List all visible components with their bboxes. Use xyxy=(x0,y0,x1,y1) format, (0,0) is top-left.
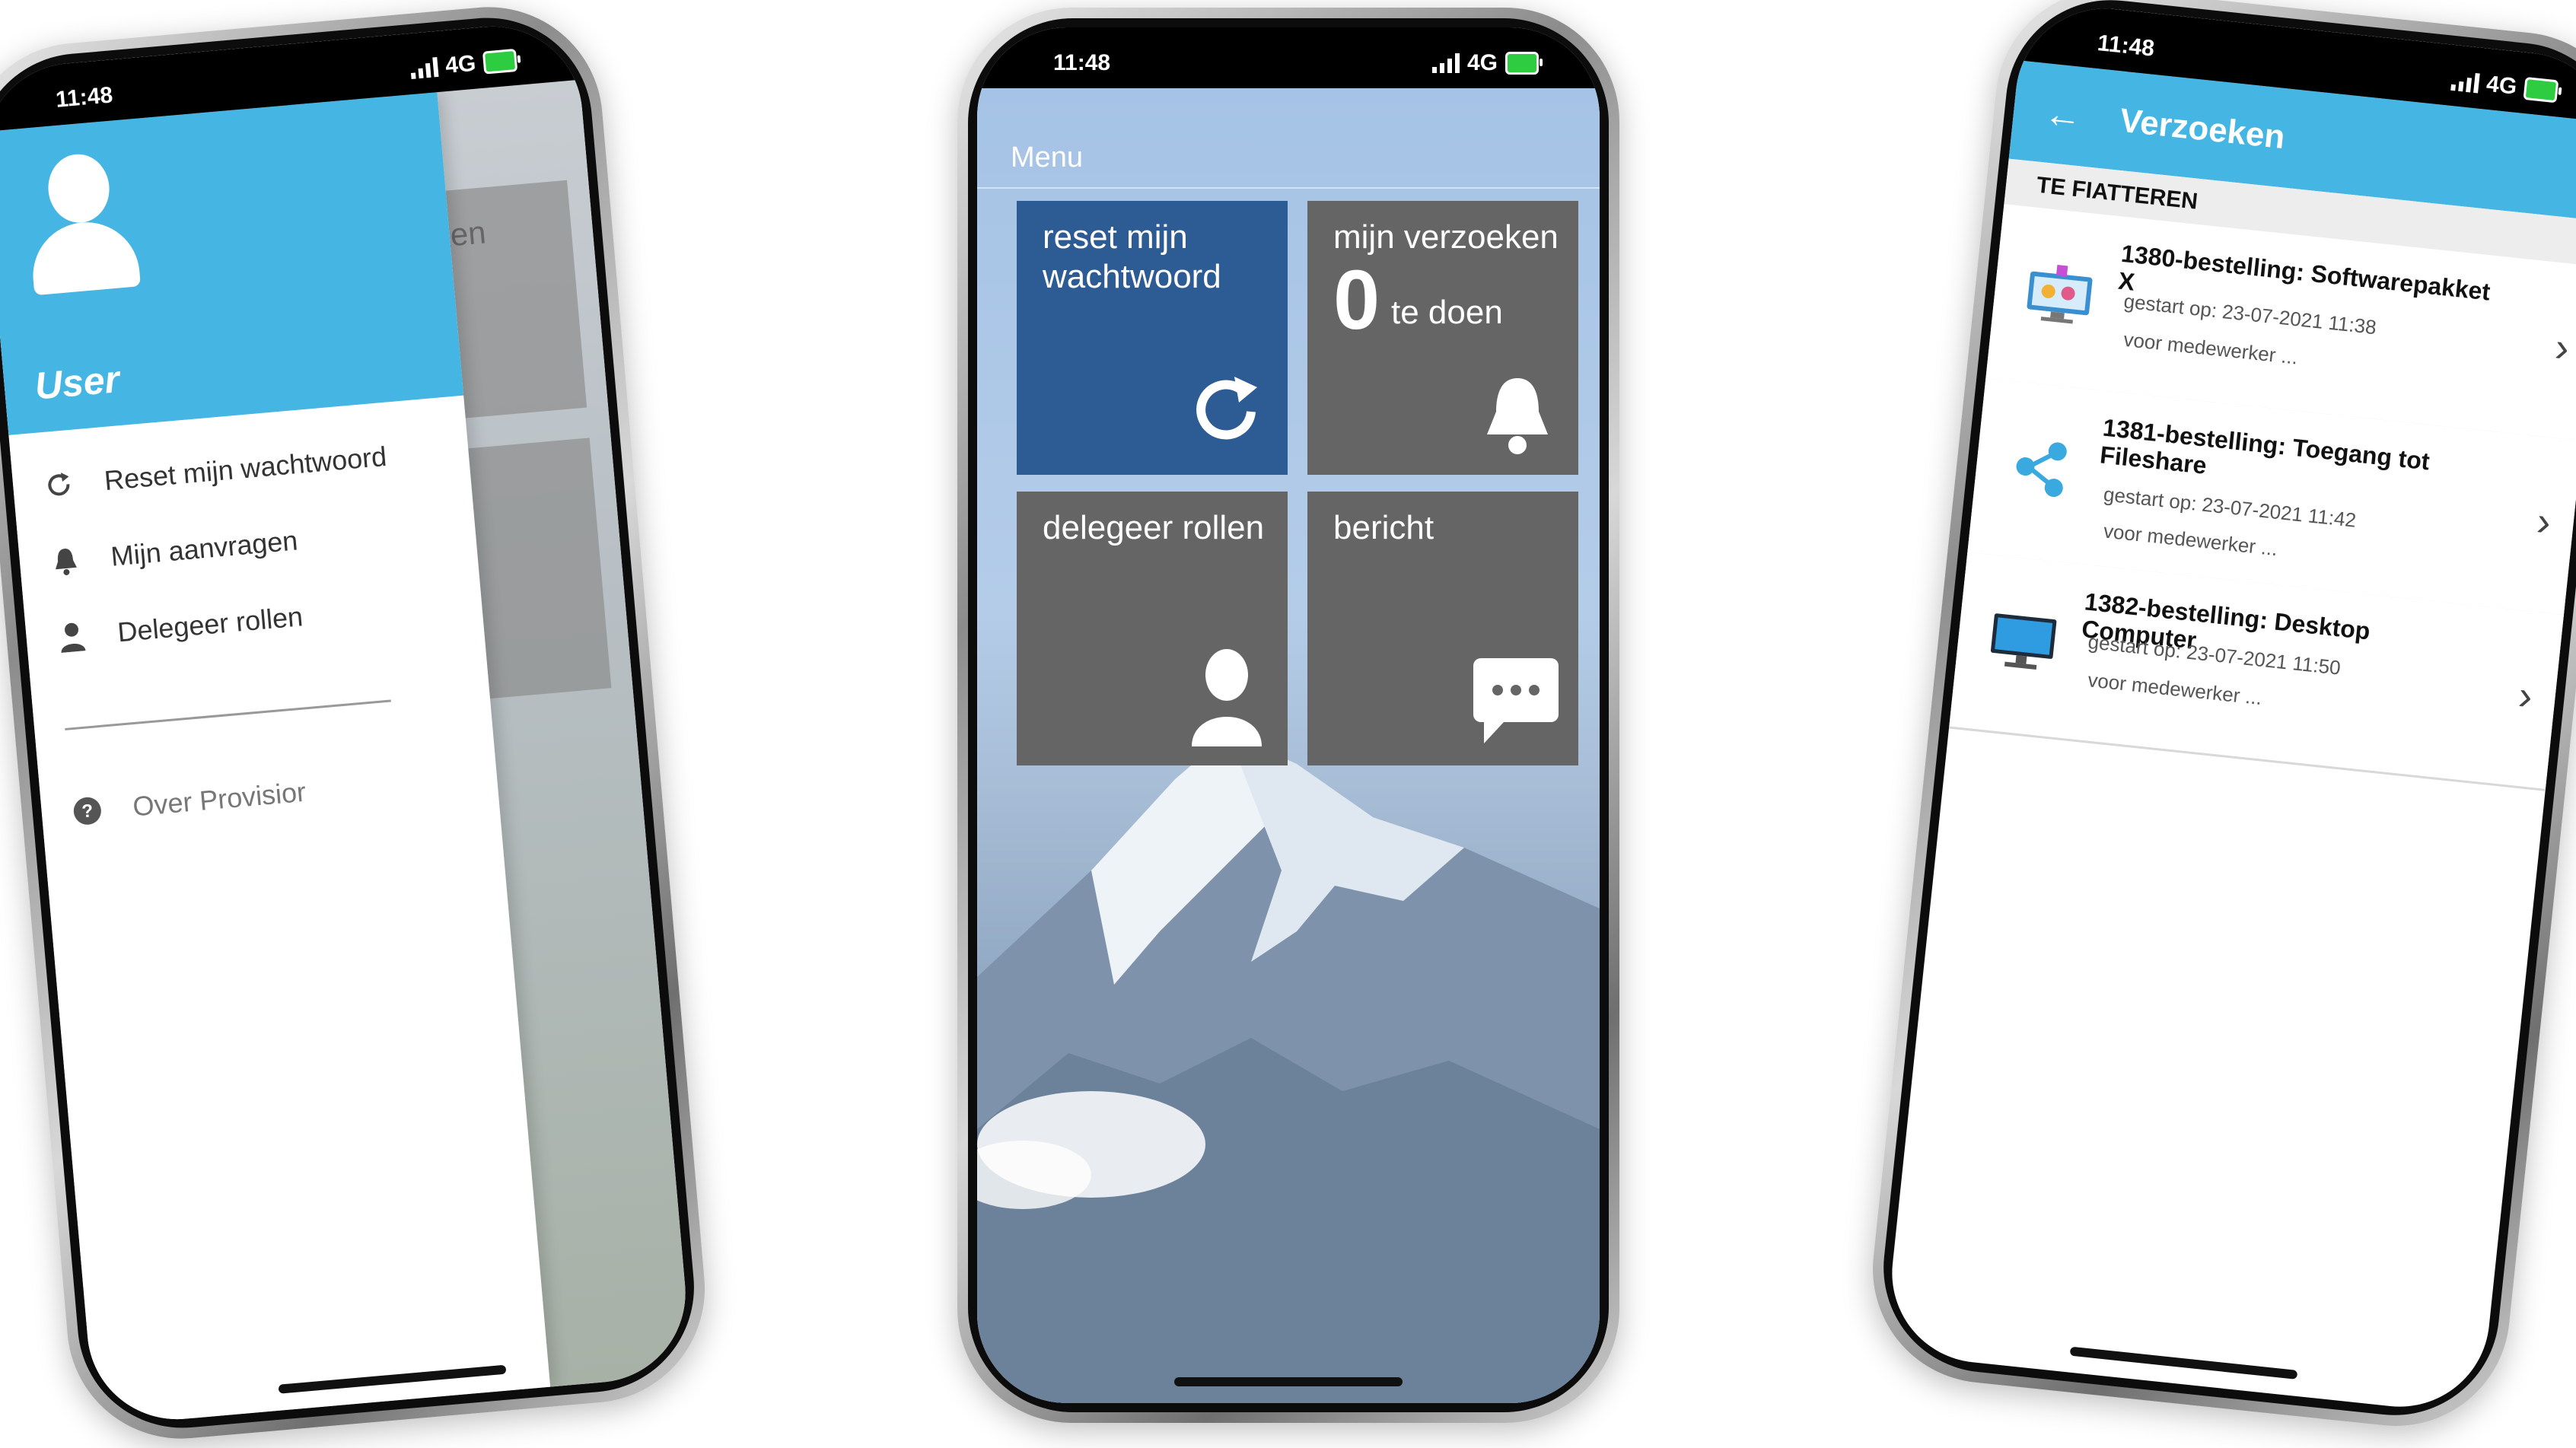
network-label: 4G xyxy=(1466,50,1498,75)
requests-count-suffix: te doen xyxy=(1391,294,1503,331)
chevron-right-icon: › xyxy=(2552,324,2571,371)
network-label: 4G xyxy=(2485,71,2518,100)
home-indicator[interactable] xyxy=(1174,1377,1403,1386)
status-icons: 4G xyxy=(409,47,518,82)
mountain-image xyxy=(977,734,1600,1403)
drawer-item-delegate-roles[interactable]: Delegeer rollen xyxy=(56,600,304,654)
signal-icon xyxy=(1431,53,1460,73)
status-icons: 4G xyxy=(2450,68,2559,104)
drawer-item-my-requests[interactable]: Mijn aanvragen xyxy=(49,524,299,578)
battery-icon xyxy=(1505,52,1543,75)
help-icon: ? xyxy=(71,794,103,827)
status-time: 11:48 xyxy=(54,82,114,113)
chevron-right-icon: › xyxy=(2516,672,2535,720)
home-indicator[interactable] xyxy=(2069,1346,2298,1380)
drawer-item-reset-password[interactable]: Reset mijn wachtwoord xyxy=(43,441,388,502)
requests-count: 0 xyxy=(1333,253,1380,347)
drawer-item-about[interactable]: ? Over Provisior xyxy=(71,776,307,829)
status-icons: 4G xyxy=(1431,50,1543,76)
person-icon xyxy=(56,620,88,653)
tile-label: delegeer rollen xyxy=(1043,509,1265,546)
signal-icon xyxy=(2450,71,2480,94)
drawer-divider xyxy=(65,699,391,730)
status-time: 11:48 xyxy=(1053,50,1111,75)
tile-delegate-roles[interactable]: delegeer rollen xyxy=(1017,492,1288,765)
tile-message[interactable]: bericht xyxy=(1307,492,1578,765)
page-title: Verzoeken xyxy=(2118,101,2287,157)
home-screen: 11:48 4G Menu reset mijn wachtwoord mijn… xyxy=(977,27,1600,1403)
person-icon xyxy=(1189,648,1265,750)
tile-label: reset mijn wachtwoord xyxy=(1043,218,1221,295)
request-for: voor medewerker ... xyxy=(2087,668,2263,710)
user-name: User xyxy=(33,358,122,408)
battery-icon xyxy=(2523,76,2559,103)
signal-icon xyxy=(409,56,439,80)
tile-my-requests[interactable]: mijn verzoeken 0 te doen xyxy=(1307,201,1578,475)
status-bar: 11:48 4G xyxy=(977,27,1600,88)
section-title: TE FIATTEREN xyxy=(2035,172,2199,215)
bell-icon xyxy=(49,544,81,577)
drawer-item-label: Over Provisior xyxy=(131,775,307,823)
chat-icon xyxy=(1470,655,1562,750)
svg-text:?: ? xyxy=(81,800,94,822)
avatar-icon xyxy=(23,150,142,303)
network-label: 4G xyxy=(444,50,477,78)
menu-label[interactable]: Menu xyxy=(1011,142,1083,174)
bell-icon xyxy=(1479,372,1555,460)
tile-reset-password[interactable]: reset mijn wachtwoord xyxy=(1017,201,1288,475)
tile-label: mijn verzoeken xyxy=(1333,218,1559,256)
chevron-right-icon: › xyxy=(2534,498,2553,546)
request-for: voor medewerker ... xyxy=(2102,519,2279,561)
menu-divider xyxy=(977,187,1600,189)
refresh-icon xyxy=(1189,372,1265,452)
back-arrow-icon[interactable]: ← xyxy=(2042,91,2084,138)
drawer-item-label: Mijn aanvragen xyxy=(110,524,299,572)
tile-label: bericht xyxy=(1333,509,1434,546)
phone-drawer: 11:48 4G ken User Reset mijn wachtwoord … xyxy=(0,0,715,1448)
status-time: 11:48 xyxy=(2096,30,2156,62)
battery-icon xyxy=(482,48,518,75)
refresh-icon xyxy=(43,469,75,501)
drawer-item-label: Reset mijn wachtwoord xyxy=(103,440,388,497)
drawer-screen: 11:48 4G ken User Reset mijn wachtwoord … xyxy=(0,19,693,1427)
monitor-icon xyxy=(1985,609,2060,676)
software-package-icon xyxy=(2022,260,2097,328)
request-for: voor medewerker ... xyxy=(2122,327,2299,369)
drawer-item-label: Delegeer rollen xyxy=(116,600,304,648)
drawer-header: User xyxy=(0,92,464,435)
share-icon xyxy=(2004,434,2078,502)
phone-requests: 11:48 4G ← Verzoeken TE FIATTEREN 1380-b… xyxy=(1861,0,2576,1437)
phone-home: 11:48 4G Menu reset mijn wachtwoord mijn… xyxy=(957,8,1619,1423)
